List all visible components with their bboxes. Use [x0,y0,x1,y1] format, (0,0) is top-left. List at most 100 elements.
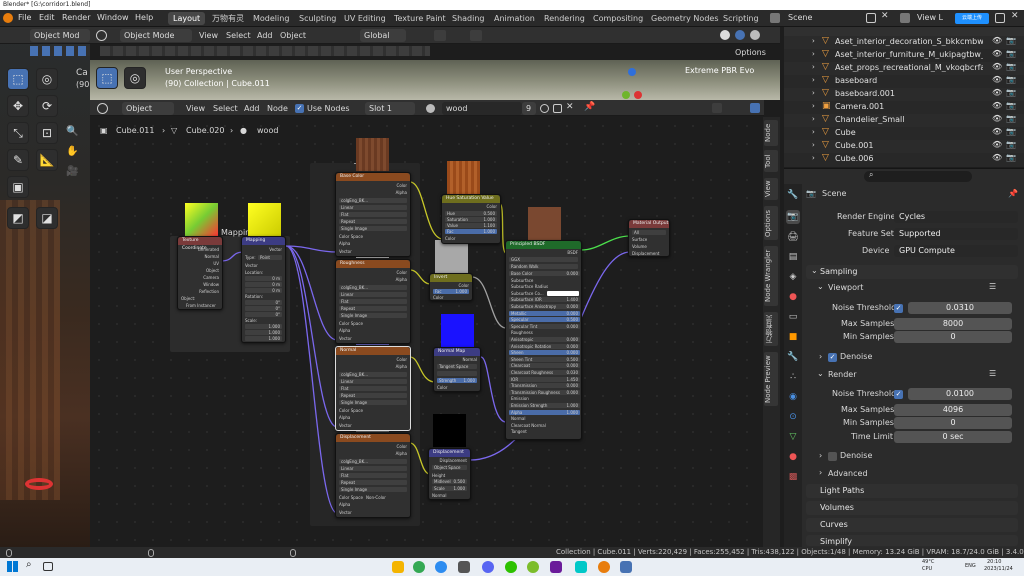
visibility-eye-icon[interactable]: 👁 [992,140,1002,149]
output-tab-icon[interactable]: 🖨 [786,230,800,244]
scl-x[interactable]: 1.000 [245,324,282,329]
app-icon-11[interactable] [620,561,632,573]
node-displacement-texture[interactable]: Displacement Color Alpha colgEng_BK... L… [335,433,411,518]
feature-set-dropdown[interactable]: Supported [894,228,1018,240]
loc-x[interactable]: 0 m [245,276,282,281]
loc-z[interactable]: 0 m [245,288,282,293]
texture-tab-icon[interactable]: ▩ [786,470,800,484]
view-layer-tab-icon[interactable]: ▤ [786,250,800,264]
render-preset-icon[interactable]: ☰ [989,369,996,378]
curves-panel-header[interactable]: Curves [806,518,1018,532]
tool-tab-icon[interactable]: 🔧 [786,188,800,202]
outliner-item[interactable]: › ▽ baseboard.001 👁 📷 [784,88,1024,101]
image-selector[interactable]: colgEng_BK... [339,198,407,203]
projection-dropdown[interactable]: Flat [339,299,407,304]
source-dropdown[interactable]: Single Image [339,313,407,318]
bsdf-input-row[interactable]: Specular Tint 0.000 [509,323,580,329]
subsurface-method-dropdown[interactable]: Random Walk [509,264,578,269]
outliner-item[interactable]: › ▽ Cube.006 👁 📷 [784,153,1024,166]
bsdf-input-row[interactable]: Specular 0.500 [509,317,580,323]
bsdf-input-row[interactable]: Sheen 0.000 [509,350,580,356]
extension-dropdown[interactable]: Repeat [339,219,407,224]
bsdf-input-row[interactable]: IOR 1.450 [509,376,580,382]
space-dropdown[interactable]: Tangent Space [437,364,477,369]
source-dropdown[interactable]: Single Image [339,400,407,405]
scale-field[interactable]: Scale 1.000 [432,486,467,491]
simplify-panel-header[interactable]: Simplify [806,535,1018,546]
sidetab-options[interactable]: Options [764,206,778,240]
bsdf-input-row[interactable]: Anisotropic 0.000 [509,337,580,342]
bsdf-input-row[interactable]: Transmission 0.000 [509,383,580,389]
node-mapping[interactable]: Mapping Vector Type: Point Vector Locati… [241,236,286,343]
render-camera-icon[interactable]: 📷 [1006,75,1016,84]
outliner-item[interactable]: › ▽ Chandelier_Small 👁 📷 [784,114,1024,127]
r-noise-checkbox[interactable]: ✓ [894,390,903,399]
render-camera-icon[interactable]: 📷 [1006,153,1016,162]
render-camera-icon[interactable]: 📷 [1006,127,1016,136]
search-taskbar-icon[interactable]: ⌕ [26,559,32,570]
r-denoise-checkbox[interactable] [828,452,837,461]
time-limit-field[interactable]: 0 sec [894,431,1012,443]
collection-tab-icon[interactable]: ▭ [786,310,800,324]
node-base-color[interactable]: Base Color Color Alpha colgEng_BK... Lin… [335,172,411,257]
r-denoise-chevron-icon[interactable]: › [819,451,822,460]
device-dropdown[interactable]: GPU Compute [894,245,1018,257]
bsdf-input-row[interactable]: Clearcoat Roughness 0.030 [509,370,580,375]
vp-max-field[interactable]: 8000 [894,318,1012,330]
saturation-field[interactable]: Saturation 1.000 [445,217,497,222]
expand-chevron-icon[interactable]: › [812,37,815,45]
node-principled-bsdf[interactable]: Principled BSDF BSDF GGX Random Walk Bas… [505,240,582,440]
node-normal-texture[interactable]: Normal Color Alpha colgEng_BK... Linear … [335,346,411,431]
app-icon-8[interactable] [550,561,562,573]
r-max-field[interactable]: 4096 [894,404,1012,416]
projection-dropdown[interactable]: Flat [339,212,407,217]
visibility-eye-icon[interactable]: 👁 [992,127,1002,136]
advanced-chevron-icon[interactable]: › [819,468,822,477]
volumes-panel-header[interactable]: Volumes [806,501,1018,515]
subsurface-color-swatch[interactable] [547,290,579,296]
fac-field[interactable]: Fac 1.000 [433,289,469,294]
viewport-subpanel[interactable]: Viewport [828,283,863,292]
file-explorer-icon[interactable] [392,561,404,573]
midlevel-field[interactable]: Midlevel 0.500 [432,479,467,484]
loc-y[interactable]: 0 m [245,282,282,287]
expand-chevron-icon[interactable]: › [812,76,815,84]
fac-field[interactable]: Fac 1.000 [445,229,497,234]
sidetab-node-preview[interactable]: Node Preview [764,352,778,406]
sidetab-node[interactable]: Node [764,120,778,146]
strength-field[interactable]: Strength 1.000 [437,378,477,383]
r-min-field[interactable]: 0 [894,417,1012,429]
sampling-panel-header[interactable]: Sampling [806,265,1018,279]
extension-dropdown[interactable]: Repeat [339,480,407,485]
discord-icon[interactable] [482,561,494,573]
expand-chevron-icon[interactable]: › [812,154,815,162]
render-camera-icon[interactable]: 📷 [1006,62,1016,71]
properties-search[interactable] [864,171,972,182]
rot-z[interactable]: 0° [245,312,282,317]
color-space-value[interactable]: Non-Color [366,495,386,500]
visibility-eye-icon[interactable]: 👁 [992,153,1002,162]
value-field[interactable]: Value 1.100 [445,223,497,228]
app-icon-4[interactable] [458,561,470,573]
modifier-tab-icon[interactable]: 🔧 [786,350,800,364]
from-instancer[interactable]: From Instancer [186,303,216,308]
sidetab-tool[interactable]: Tool [764,150,778,172]
render-camera-icon[interactable]: 📷 [1006,114,1016,123]
interp-dropdown[interactable]: Linear [339,466,407,471]
node-hue-saturation[interactable]: Hue Saturation Value Color Hue 0.500 Satu… [441,194,501,244]
bsdf-input-row[interactable]: Emission Strength 1.000 [509,403,580,408]
render-tab-icon[interactable]: 📷 [786,210,800,224]
outliner-item[interactable]: › ▽ Aset_interior_decoration_S_bkkcmbw_L 👁 📷 [784,36,1024,49]
visibility-eye-icon[interactable]: 👁 [992,88,1002,97]
physics-tab-icon[interactable]: ◉ [786,390,800,404]
blender-taskbar-icon[interactable] [598,561,610,573]
node-texture-coordinate[interactable]: Texture Coordinate Generated Normal UV O… [177,236,223,310]
expand-chevron-icon[interactable]: › [812,50,815,58]
expand-chevron-icon[interactable]: › [812,89,815,97]
render-camera-icon[interactable]: 📷 [1006,140,1016,149]
node-displacement[interactable]: Displacement Displacement Object Space H… [428,448,471,500]
bsdf-input-row[interactable]: Subsurface Anisotropy 0.000 [509,304,580,309]
bsdf-input-row[interactable]: Metallic 0.000 [509,310,580,316]
scene-tab-icon[interactable]: ◈ [786,270,800,284]
interp-dropdown[interactable]: Linear [339,205,407,210]
